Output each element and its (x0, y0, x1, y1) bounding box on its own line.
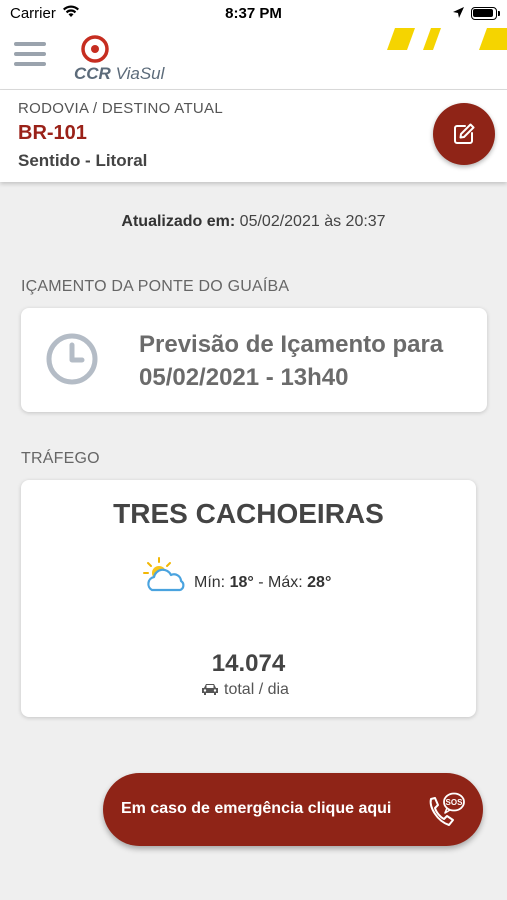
traffic-card[interactable]: TRES CACHOEIRAS Mín: 18° - Máx: 28° 14.0… (21, 480, 476, 717)
logo-name: ViaSul (115, 64, 165, 83)
partly-cloudy-icon (143, 557, 185, 592)
current-highway-panel: RODOVIA / DESTINO ATUAL BR-101 Sentido -… (0, 90, 507, 182)
sos-icon-text: SOS (446, 798, 464, 807)
edit-destination-button[interactable] (433, 103, 495, 165)
sos-phone-icon: SOS (429, 792, 465, 826)
city-name: TRES CACHOEIRAS (113, 498, 384, 529)
traffic-unit-row: total / dia (201, 681, 289, 699)
temp-separator: - (258, 574, 264, 591)
bridge-lift-line1: Previsão de Içamento para (139, 331, 444, 358)
min-temp-label: Mín: (194, 574, 226, 591)
max-temp-label: Máx: (268, 574, 303, 591)
location-arrow-icon (452, 6, 465, 23)
updated-value: 05/02/2021 às 20:37 (239, 213, 386, 230)
bridge-section-title: IÇAMENTO DA PONTE DO GUAÍBA (21, 278, 290, 295)
battery-icon (471, 7, 497, 20)
bridge-lift-line2: 05/02/2021 - 13h40 (139, 364, 349, 391)
last-updated: Atualizado em: 05/02/2021 às 20:37 (0, 213, 507, 231)
clock-icon (46, 333, 98, 385)
hamburger-menu-button[interactable] (14, 42, 48, 72)
sos-label: Em caso de emergência clique aqui (121, 800, 392, 817)
battery-tip (498, 11, 500, 16)
app-header: CCR ViaSul (0, 28, 507, 90)
yellow-stripes-decoration (387, 28, 507, 50)
car-icon (202, 684, 218, 695)
temperature-range: Mín: 18° - Máx: 28° (194, 574, 331, 592)
ccr-viasul-logo: CCR ViaSul (74, 34, 184, 84)
logo-brand: CCR (74, 64, 111, 83)
edit-icon (454, 123, 475, 144)
highway-road: BR-101 (18, 122, 87, 144)
clock-time: 8:37 PM (225, 5, 282, 22)
traffic-unit: total / dia (224, 681, 289, 698)
bridge-lift-card[interactable]: Previsão de Içamento para 05/02/2021 - 1… (21, 308, 487, 412)
updated-label: Atualizado em: (121, 213, 236, 230)
hamburger-icon (14, 42, 46, 46)
traffic-section-title: TRÁFEGO (21, 450, 100, 467)
bridge-lift-message: Previsão de Içamento para 05/02/2021 - 1… (139, 328, 443, 394)
traffic-count: 14.074 (211, 650, 286, 677)
status-bar: Carrier 8:37 PM (0, 0, 507, 28)
emergency-sos-button[interactable]: Em caso de emergência clique aqui SOS (103, 773, 483, 846)
max-temp-value: 28° (307, 574, 332, 591)
highway-direction: Sentido - Litoral (18, 151, 148, 170)
highway-label: RODOVIA / DESTINO ATUAL (18, 100, 223, 117)
logo-swirl-icon (81, 35, 109, 63)
min-temp-value: 18° (229, 574, 254, 591)
